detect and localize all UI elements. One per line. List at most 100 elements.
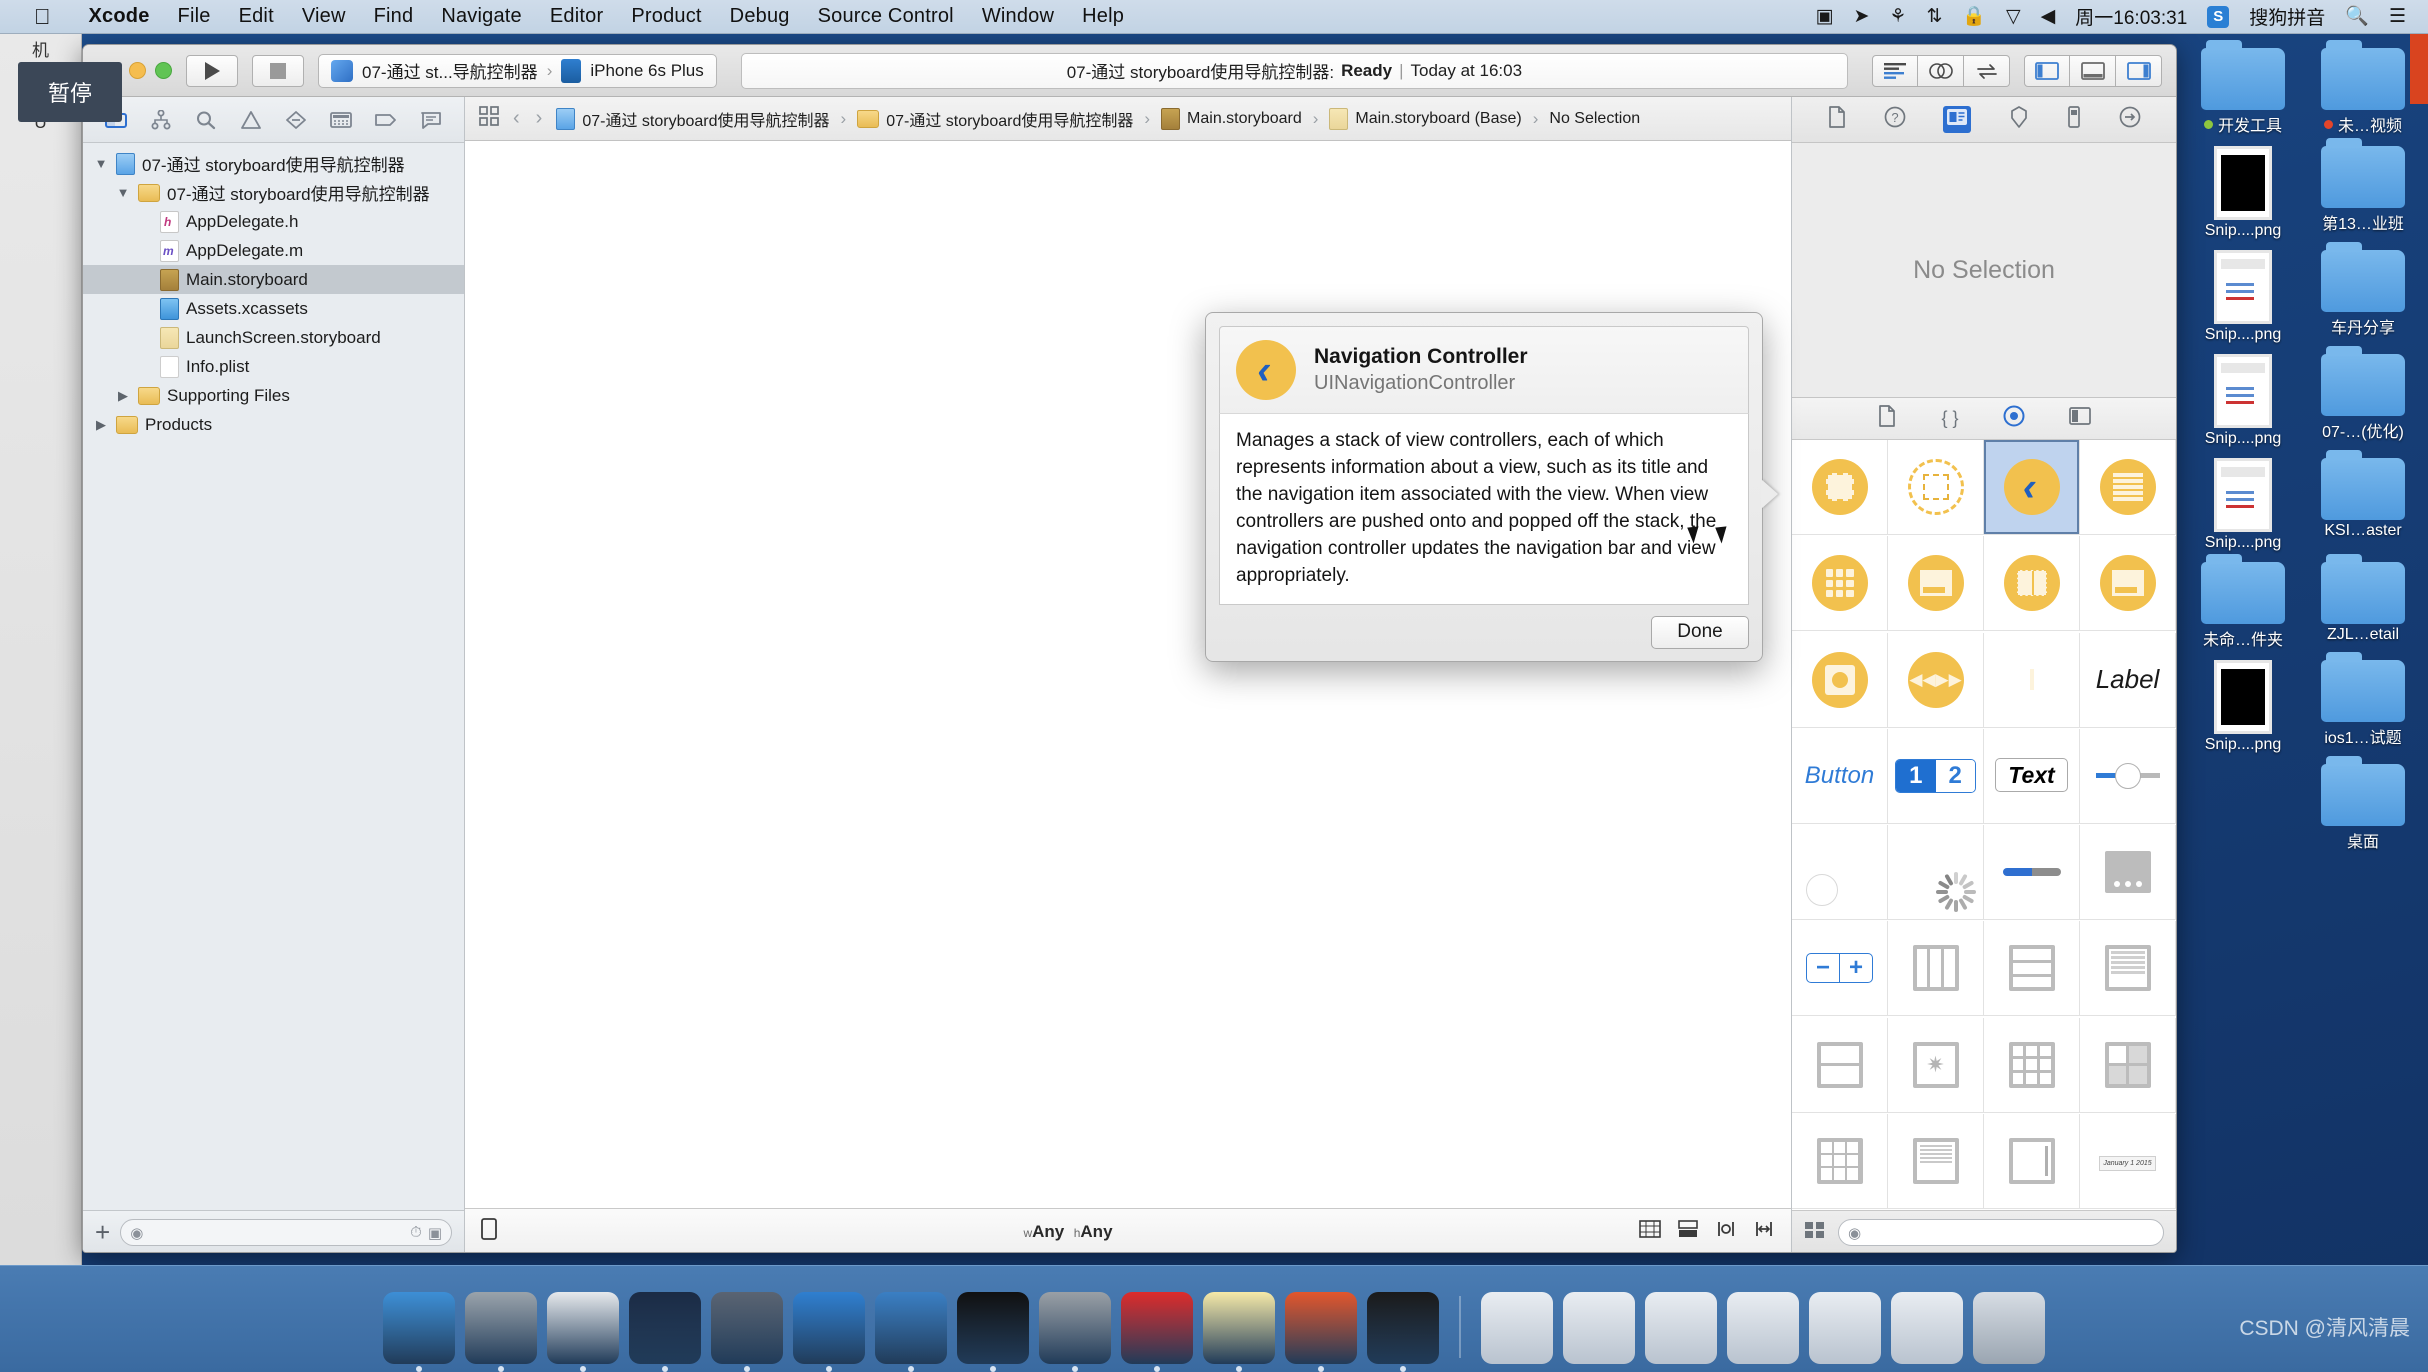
file-tree-row[interactable]: ▶LaunchScreen.storyboard <box>83 323 464 352</box>
breakpoint-navigator-icon[interactable] <box>371 107 401 133</box>
file-tree-row[interactable]: ▶Assets.xcassets <box>83 294 464 323</box>
desktop-icon[interactable] <box>2184 758 2302 852</box>
scheme-selector[interactable]: 07-通过 st...导航控制器 › iPhone 6s Plus <box>318 53 717 88</box>
control-center-icon[interactable]: ☰ <box>2389 7 2406 26</box>
zoom-icon[interactable] <box>1639 1219 1661 1244</box>
menu-item-xcode[interactable]: Xcode <box>75 5 164 28</box>
segmented-control-object[interactable]: 12 <box>1888 728 1984 824</box>
add-file-button[interactable]: + <box>95 1217 110 1248</box>
menu-item-editor[interactable]: Editor <box>536 5 617 28</box>
terminal-icon[interactable] <box>957 1292 1029 1372</box>
collection-view-cell-object[interactable] <box>2080 1017 2176 1113</box>
desktop-icon[interactable]: 07-…(优化) <box>2304 346 2422 448</box>
desktop-icon[interactable]: Snip....png <box>2184 348 2302 448</box>
find-navigator-icon[interactable] <box>191 107 221 133</box>
table-view-controller-object[interactable] <box>2080 440 2176 535</box>
simulator-icon[interactable] <box>875 1292 947 1372</box>
zoom-button[interactable] <box>155 62 172 79</box>
toggle-utilities-button[interactable] <box>2116 54 2162 87</box>
quicktime-icon[interactable] <box>711 1292 783 1372</box>
version-editor-button[interactable] <box>1964 54 2010 87</box>
airplay-icon[interactable]: ⚘ <box>1889 7 1906 26</box>
source-control-navigator-icon[interactable] <box>146 107 176 133</box>
file-tree-row[interactable]: ▶ Products <box>83 410 464 439</box>
standard-editor-button[interactable] <box>1872 54 1918 87</box>
desktop-icon[interactable]: KSI…aster <box>2304 450 2422 552</box>
file-tree-row[interactable]: ▶AppDelegate.m <box>83 236 464 265</box>
desktop-icon[interactable]: 开发工具 <box>2184 40 2302 136</box>
text-view-object[interactable] <box>1792 1113 1888 1209</box>
input-method-badge[interactable]: S <box>2207 5 2230 28</box>
stop-button[interactable] <box>252 54 304 87</box>
page-control-object[interactable] <box>2080 825 2176 920</box>
date-picker-object[interactable]: January 1 2015 <box>2080 1113 2176 1209</box>
file-tree-row[interactable]: ▶AppDelegate.h <box>83 207 464 236</box>
avplayer-view-controller-object[interactable]: ◀◀▶▶ <box>1888 632 1984 728</box>
recent-window-5[interactable] <box>1809 1292 1881 1364</box>
notes-icon[interactable] <box>1203 1292 1275 1372</box>
desktop-icon[interactable]: 桌面 <box>2304 756 2422 852</box>
image-view-controller-object[interactable] <box>1792 632 1888 728</box>
attributes-inspector-icon[interactable] <box>2009 106 2029 133</box>
recent-window-3[interactable] <box>1645 1292 1717 1364</box>
file-tree-row[interactable]: ▼ 07-通过 storyboard使用导航控制器 <box>83 178 464 207</box>
trash-icon[interactable] <box>1973 1292 2045 1364</box>
console-icon[interactable] <box>1367 1292 1439 1372</box>
disclosure-triangle[interactable]: ▶ <box>93 417 109 433</box>
menu-item-navigate[interactable]: Navigate <box>427 5 536 28</box>
done-button[interactable]: Done <box>1651 615 1749 649</box>
wifi-icon[interactable]: ▽ <box>2006 7 2021 26</box>
jump-forward-button[interactable]: › <box>534 107 545 130</box>
object-library-icon[interactable] <box>2003 405 2025 432</box>
screen-record-icon[interactable]: ▣ <box>1816 7 1834 26</box>
desktop-icon[interactable]: ZJL…etail <box>2304 554 2422 650</box>
menu-item-window[interactable]: Window <box>968 5 1068 28</box>
recent-window-1[interactable] <box>1481 1292 1553 1364</box>
test-navigator-icon[interactable] <box>281 107 311 133</box>
menu-item-debug[interactable]: Debug <box>716 5 804 28</box>
breadcrumb-item-3[interactable]: Main.storyboard (Base) <box>1355 110 1521 128</box>
file-inspector-icon[interactable] <box>1827 106 1847 133</box>
menu-item-help[interactable]: Help <box>1068 5 1138 28</box>
search-icon[interactable]: 🔍 <box>2345 7 2369 26</box>
quick-help-icon[interactable]: ? <box>1884 106 1906 133</box>
recent-icon[interactable]: ⏱ <box>410 1224 422 1241</box>
map-kit-view-object[interactable] <box>1984 1113 2080 1209</box>
image-view-object[interactable]: ✷ <box>1888 1017 1984 1113</box>
table-view-object[interactable] <box>1984 921 2080 1017</box>
view-as-icon[interactable] <box>481 1218 497 1245</box>
switch-object[interactable] <box>1792 825 1888 920</box>
desktop-icon[interactable]: Snip....png <box>2184 452 2302 552</box>
media-library-icon[interactable] <box>2068 406 2091 431</box>
page-view-controller-object[interactable] <box>2080 536 2176 632</box>
connections-inspector-icon[interactable] <box>2119 106 2141 133</box>
finder-icon[interactable] <box>383 1292 455 1372</box>
file-tree-row[interactable]: ▼ 07-通过 storyboard使用导航控制器 <box>83 149 464 178</box>
tab-bar-controller-object[interactable] <box>1888 536 1984 632</box>
minimize-button[interactable] <box>129 62 146 79</box>
volume-icon[interactable]: ◀ <box>2041 7 2056 26</box>
recent-window-2[interactable] <box>1563 1292 1635 1364</box>
progress-view-object[interactable] <box>1984 825 2080 920</box>
lock-icon[interactable]: 🔒 <box>1962 7 1986 26</box>
system-preferences-icon[interactable] <box>1039 1292 1111 1372</box>
table-view-cell-object[interactable] <box>2080 921 2176 1017</box>
menubar-clock[interactable]: 周一16:03:31 <box>2075 3 2187 30</box>
xmind-icon[interactable] <box>1121 1292 1193 1372</box>
file-tree-row[interactable]: ▶ Supporting Files <box>83 381 464 410</box>
breadcrumb-item-0[interactable]: 07-通过 storyboard使用导航控制器 <box>582 107 829 131</box>
file-tree-row[interactable]: ▶Info.plist <box>83 352 464 381</box>
breadcrumb-item-4[interactable]: No Selection <box>1549 110 1640 128</box>
stepper-object[interactable]: − + <box>1792 921 1888 1017</box>
button-object[interactable]: Button <box>1792 728 1888 824</box>
disclosure-triangle[interactable]: ▶ <box>115 388 131 404</box>
apple-icon[interactable]:  <box>0 4 75 30</box>
recent-window-6[interactable] <box>1891 1292 1963 1364</box>
embed-in-icon[interactable] <box>1677 1219 1699 1244</box>
related-items-icon[interactable] <box>479 106 499 131</box>
desktop-icon[interactable]: Snip....png <box>2184 140 2302 240</box>
menu-item-edit[interactable]: Edit <box>225 5 288 28</box>
breadcrumb-item-1[interactable]: 07-通过 storyboard使用导航控制器 <box>886 107 1133 131</box>
collection-reusable-view-object[interactable] <box>1792 1017 1888 1113</box>
library-list-view-icon[interactable] <box>1804 1221 1826 1244</box>
